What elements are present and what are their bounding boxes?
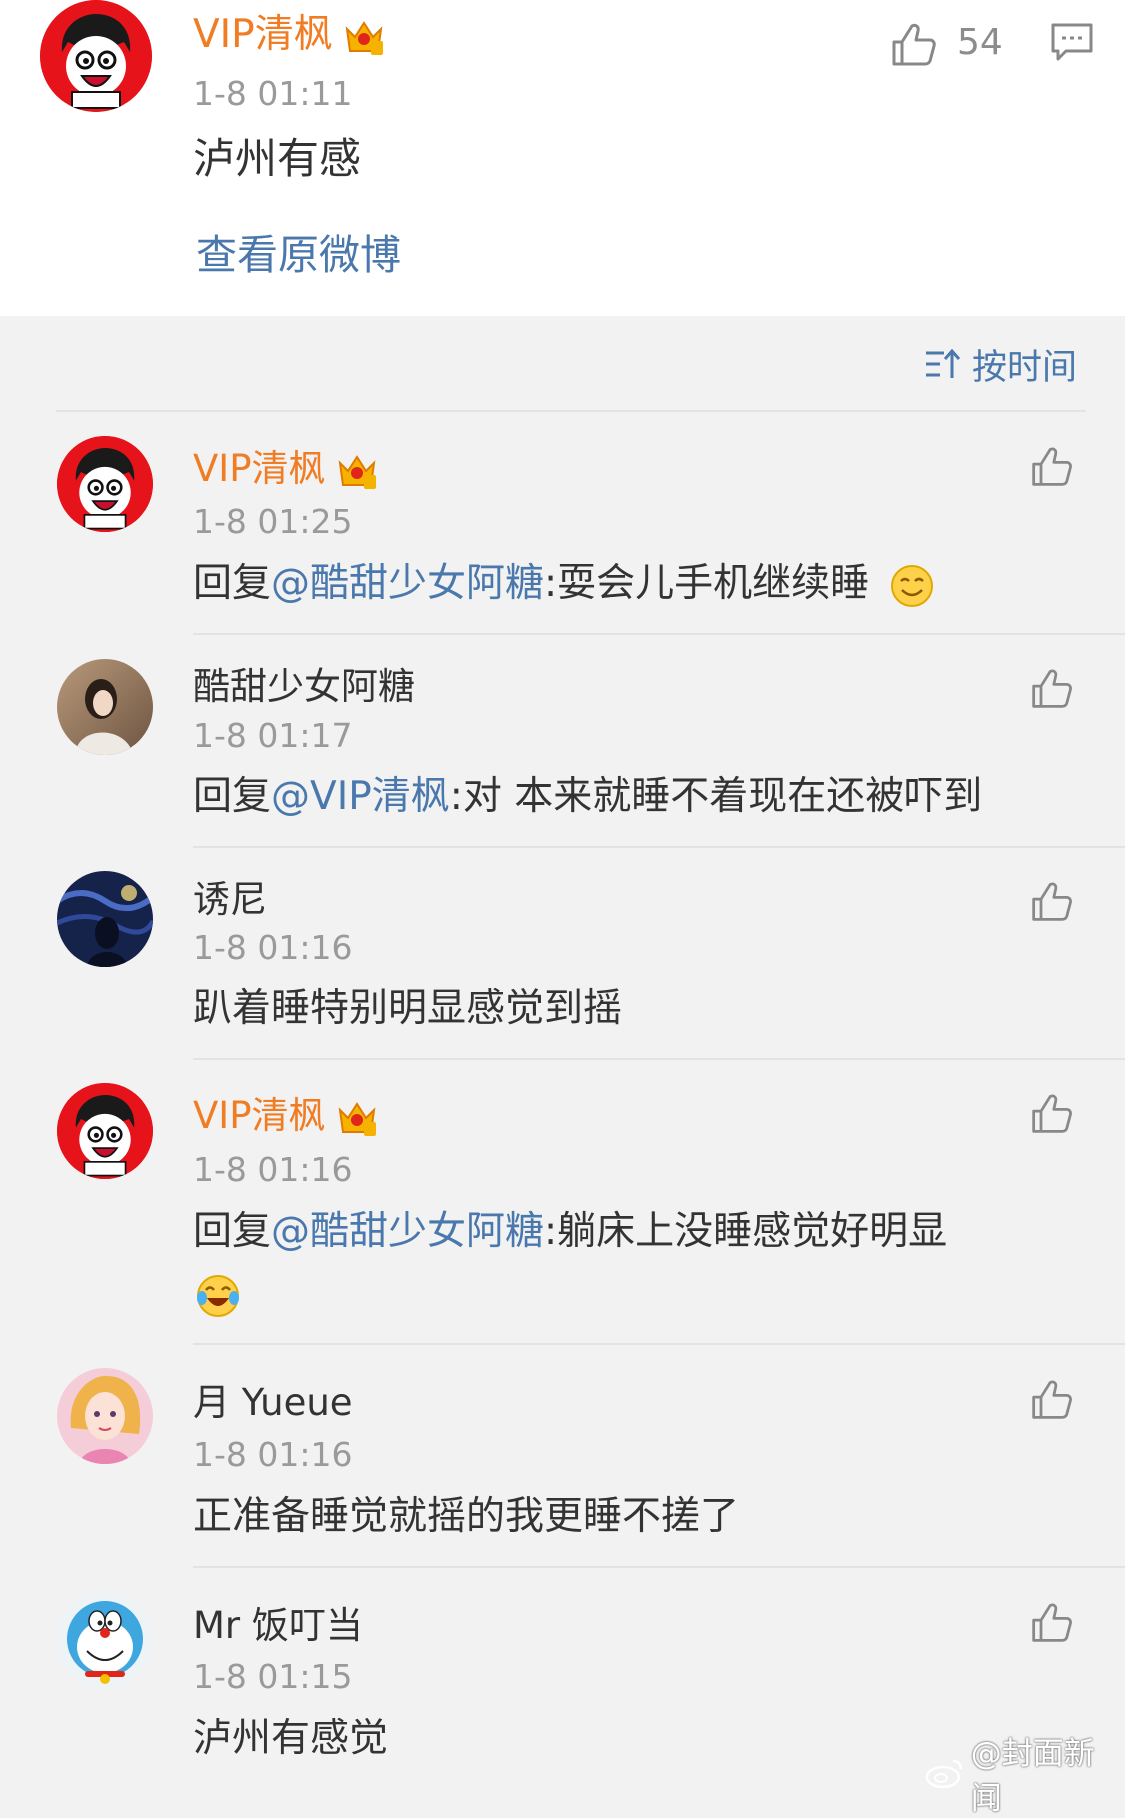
post-timestamp: 1-8 01:11 (193, 74, 353, 113)
reply-prefix: 回复 (193, 774, 272, 819)
user-avatar[interactable] (57, 871, 153, 967)
sort-by-time-button[interactable]: 按时间 (924, 342, 1077, 388)
divider (56, 410, 1086, 412)
divider (193, 1058, 1125, 1060)
comment-body: :耍会儿手机继续睡 (544, 561, 870, 606)
user-avatar[interactable] (57, 436, 153, 532)
mention-link[interactable]: @VIP清枫 (271, 774, 450, 819)
comment-username-text[interactable]: VIP清枫 (193, 447, 326, 490)
comment-username-text[interactable]: VIP清枫 (193, 1094, 326, 1137)
user-avatar[interactable] (57, 1591, 153, 1687)
post-username[interactable]: VIP清枫 (193, 12, 385, 58)
laugh-cry-emoji (197, 1275, 239, 1317)
divider (193, 1343, 1125, 1345)
smile-emoji (890, 564, 933, 607)
comment-username[interactable]: VIP清枫 (193, 446, 378, 492)
mention-link[interactable]: @酷甜少女阿糖 (271, 561, 544, 606)
user-avatar[interactable] (57, 1083, 153, 1179)
comment-username[interactable]: 诱尼 (193, 877, 267, 923)
reply-prefix: 回复 (193, 1209, 272, 1254)
user-avatar[interactable] (57, 659, 153, 755)
watermark-text: @封面新闻 (970, 1736, 1095, 1817)
comment-username[interactable]: 酷甜少女阿糖 (193, 664, 415, 710)
comment-body: :对 本来就睡不着现在还被吓到 (449, 774, 983, 819)
mention-link[interactable]: @酷甜少女阿糖 (271, 1209, 544, 1254)
divider (193, 1566, 1125, 1568)
thumbs-up-icon[interactable] (890, 20, 938, 68)
comment-timestamp: 1-8 01:16 (193, 928, 353, 967)
thumbs-up-icon[interactable] (1030, 1377, 1074, 1421)
comment-timestamp: 1-8 01:17 (193, 716, 353, 755)
post-text: 泸州有感 (193, 134, 362, 183)
thumbs-up-icon[interactable] (1030, 1091, 1074, 1135)
comment-text: 回复@VIP清枫:对 本来就睡不着现在还被吓到 (193, 773, 982, 821)
thumbs-up-icon[interactable] (1030, 879, 1074, 923)
thumbs-up-icon[interactable] (1030, 444, 1074, 488)
divider (193, 846, 1125, 848)
comment-text: 回复@酷甜少女阿糖:躺床上没睡感觉好明显 (193, 1208, 947, 1256)
comment-text: 趴着睡特别明显感觉到摇 (193, 986, 623, 1031)
user-avatar[interactable] (40, 0, 152, 112)
divider (193, 633, 1125, 635)
weibo-logo-icon (925, 1759, 963, 1789)
comment-username[interactable]: 月 Yueue (193, 1380, 353, 1426)
comment-timestamp: 1-8 01:15 (193, 1657, 353, 1696)
comment-text: 正准备睡觉就摇的我更睡不搓了 (193, 1494, 740, 1539)
user-avatar[interactable] (57, 1368, 153, 1464)
comment-timestamp: 1-8 01:16 (193, 1150, 353, 1189)
thumbs-up-icon[interactable] (1030, 666, 1074, 710)
thumbs-up-icon[interactable] (1030, 1600, 1074, 1644)
vip-crown-icon (345, 20, 383, 55)
comment-icon[interactable] (1050, 22, 1094, 62)
original-post: VIP清枫 1-8 01:11 泸州有感 查看原微博 54 (0, 0, 1125, 316)
sort-label[interactable]: 按时间 (972, 339, 1077, 390)
reply-prefix: 回复 (193, 561, 272, 606)
comment-username[interactable]: Mr 饭叮当 (193, 1603, 363, 1649)
watermark: @封面新闻 (925, 1728, 1125, 1818)
vip-crown-icon (338, 1101, 376, 1136)
view-original-link[interactable]: 查看原微博 (196, 230, 401, 280)
comment-text: 回复@酷甜少女阿糖:耍会儿手机继续睡 (193, 560, 934, 608)
comment-timestamp: 1-8 01:16 (193, 1435, 353, 1474)
comment-username[interactable]: VIP清枫 (193, 1093, 378, 1139)
like-count: 54 (957, 22, 1003, 63)
sort-icon (926, 348, 960, 378)
comment-body: :躺床上没睡感觉好明显 (544, 1209, 948, 1254)
vip-crown-icon (338, 454, 376, 489)
post-username-text[interactable]: VIP清枫 (193, 12, 333, 57)
comment-text: 泸州有感觉 (193, 1716, 389, 1761)
comment-timestamp: 1-8 01:25 (193, 502, 353, 541)
